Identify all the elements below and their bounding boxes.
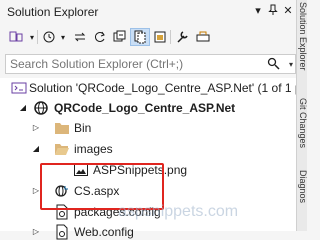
image-file-icon xyxy=(73,162,89,178)
chevron-down-icon[interactable]: ▾ xyxy=(289,60,293,69)
collapsed-arrow-icon[interactable]: ▷ xyxy=(31,186,41,196)
open-folder-icon xyxy=(54,141,70,157)
web-form-icon xyxy=(54,183,70,199)
show-all-files-icon[interactable] xyxy=(130,28,150,46)
solution-label: Solution 'QRCode_Logo_Centre_ASP.Net' (1… xyxy=(29,81,302,95)
config-file-icon xyxy=(54,224,70,240)
dropdown-icon[interactable]: ▾ xyxy=(251,4,265,18)
search-input[interactable] xyxy=(6,57,256,71)
expanded-arrow-icon[interactable]: ◢ xyxy=(31,144,41,154)
toolbar: ▾ ▾ xyxy=(0,24,296,50)
tree-item-solution[interactable]: Solution 'QRCode_Logo_Centre_ASP.Net' (1… xyxy=(0,78,302,98)
refresh-icon[interactable] xyxy=(92,28,108,46)
web-config-label: Web.config xyxy=(74,225,134,239)
cs-aspx-label: CS.aspx xyxy=(74,184,120,198)
folder-icon xyxy=(54,120,70,136)
tree-item-cs-aspx[interactable]: ▷ CS.aspx xyxy=(0,181,296,201)
chevron-down-icon[interactable]: ▾ xyxy=(58,28,68,46)
switch-views-icon[interactable] xyxy=(8,28,24,46)
tree-item-images[interactable]: ◢ images xyxy=(0,139,296,159)
watermark: aspsnippets.com xyxy=(118,203,239,220)
properties-wrench-icon[interactable] xyxy=(174,28,190,46)
tree-item-web-config[interactable]: ▷ Web.config xyxy=(0,222,296,240)
image-file-label: ASPSnippets.png xyxy=(93,163,188,177)
tree-item-image-file[interactable]: ASPSnippets.png xyxy=(0,160,296,180)
chevron-down-icon[interactable]: ▾ xyxy=(27,28,37,46)
solution-icon xyxy=(11,80,27,96)
collapse-all-icon[interactable] xyxy=(112,28,128,46)
history-icon[interactable] xyxy=(41,28,57,46)
collapsed-arrow-icon[interactable]: ▷ xyxy=(31,123,41,133)
sync-icon[interactable] xyxy=(72,28,88,46)
side-tab-solution-explorer[interactable]: Solution Explorer xyxy=(298,2,308,71)
tree-item-project[interactable]: ◢ QRCode_Logo_Centre_ASP.Net xyxy=(0,98,296,118)
search-icon[interactable] xyxy=(267,57,281,71)
config-file-icon xyxy=(54,204,70,220)
side-tab-strip: Solution Explorer Git Changes Diagnos xyxy=(296,0,308,231)
close-icon[interactable]: ✕ xyxy=(281,4,295,18)
bin-label: Bin xyxy=(74,121,92,135)
project-label: QRCode_Logo_Centre_ASP.Net xyxy=(54,101,236,115)
images-label: images xyxy=(74,142,113,156)
side-tab-git-changes[interactable]: Git Changes xyxy=(298,98,308,148)
window-title: Solution Explorer xyxy=(7,5,99,19)
title-bar: Solution Explorer ▾ ✕ xyxy=(0,0,296,24)
preview-icon[interactable] xyxy=(152,28,168,46)
pin-icon[interactable] xyxy=(266,4,280,18)
tree-item-bin[interactable]: ▷ Bin xyxy=(0,118,296,138)
collapsed-arrow-icon[interactable]: ▷ xyxy=(31,227,41,237)
web-project-icon xyxy=(33,100,49,116)
search-box: ▾ xyxy=(5,54,296,74)
preview-selected-items-icon[interactable] xyxy=(194,28,212,46)
side-tab-diagnostics[interactable]: Diagnos xyxy=(298,170,308,203)
expanded-arrow-icon[interactable]: ◢ xyxy=(18,103,28,113)
